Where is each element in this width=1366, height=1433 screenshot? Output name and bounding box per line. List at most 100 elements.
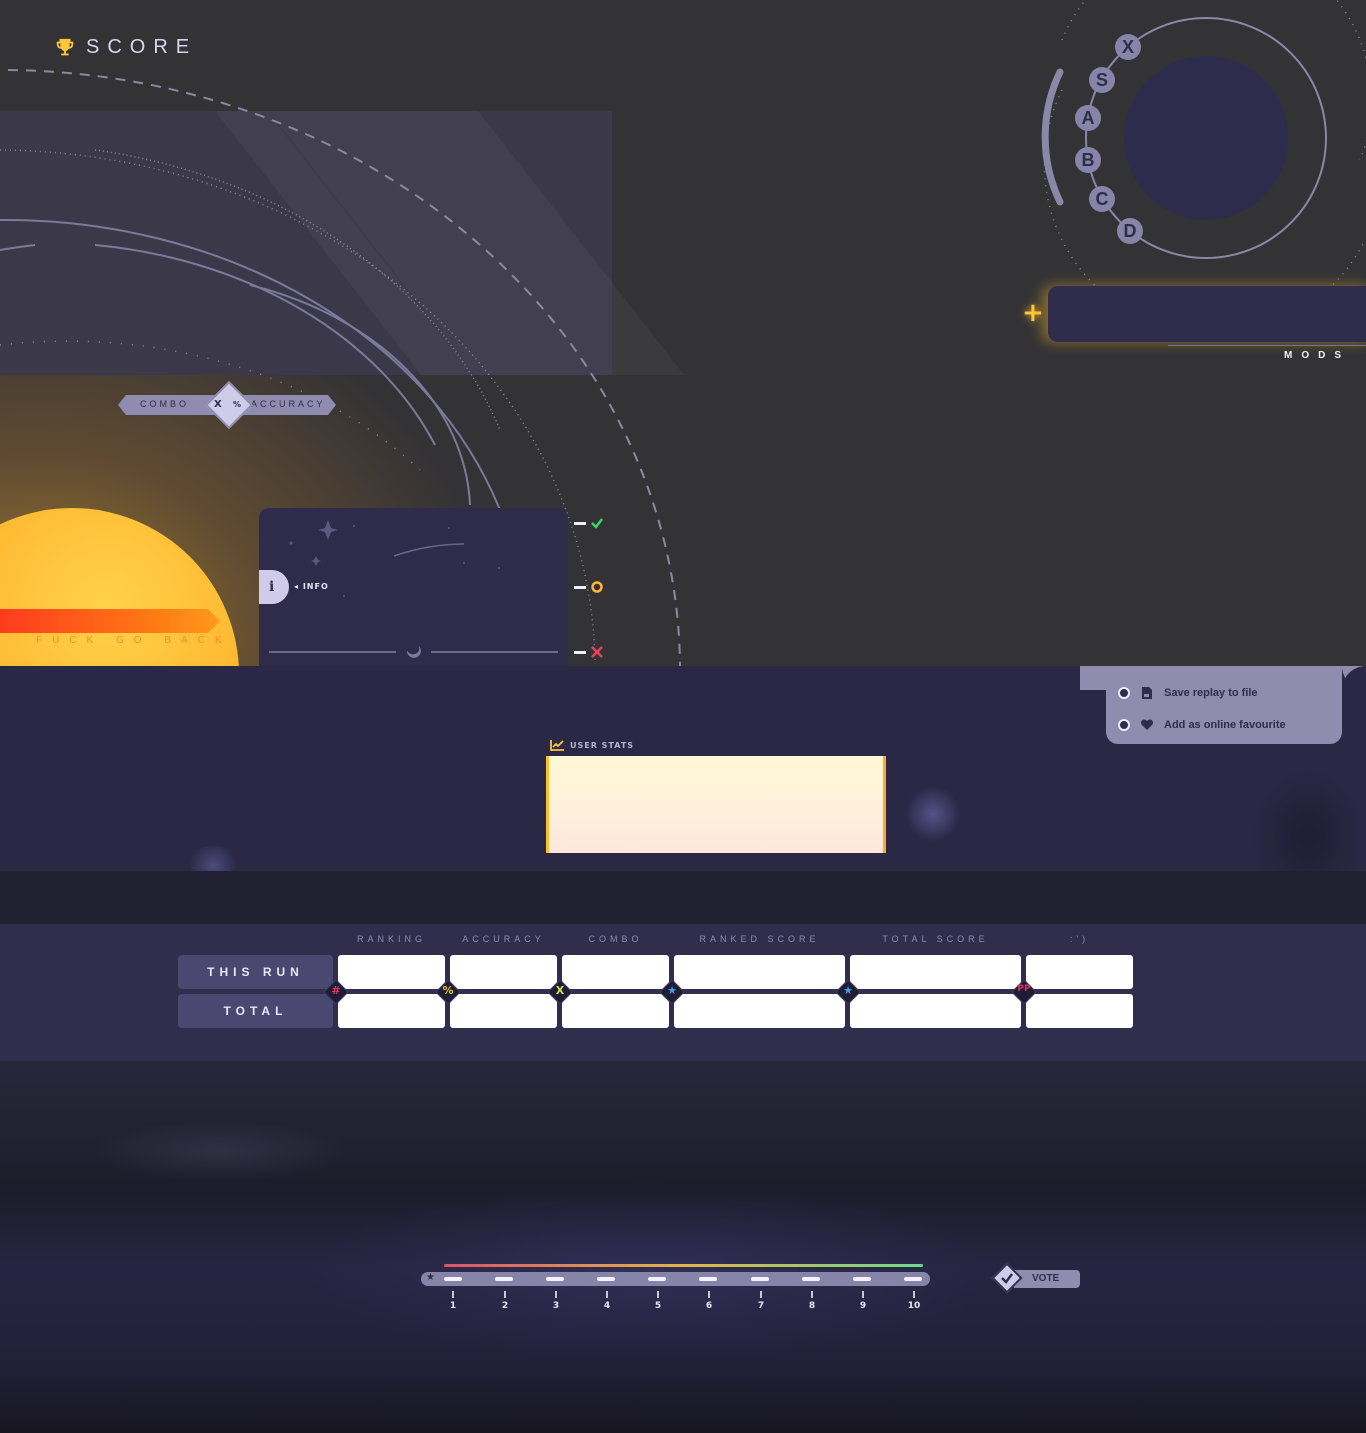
rating-pip[interactable] [751,1277,769,1281]
star-icon: ★ [667,984,677,997]
save-replay-label: Save replay to file [1164,687,1258,699]
page-title: SCORE [54,36,197,59]
judgement-dash [574,522,586,525]
rating-tick-label: 4 [603,1301,611,1311]
star-icon: ★ [426,1272,435,1283]
user-stats-header: USER STATS [550,739,634,751]
background-fog [300,1181,1000,1361]
table-cell [1026,955,1133,989]
cross-icon [591,646,603,658]
rating-pip[interactable] [699,1277,717,1281]
save-replay-option[interactable]: Save replay to file [1118,686,1258,700]
combo-glyph: X [214,399,222,410]
mods-panel [1048,286,1366,342]
rank-b: B [1075,147,1101,173]
row-label-this-run: THIS RUN [178,955,333,989]
rank-s: S [1089,67,1115,93]
accuracy-glyph: % [233,400,242,409]
accuracy-label: ACCURACY [251,399,326,409]
rating-pip[interactable] [495,1277,513,1281]
rating-tick-label: 1 [449,1301,457,1311]
judgement-miss [574,645,604,659]
trophy-icon [56,38,74,55]
rating-tick [862,1291,864,1298]
combo-accuracy-toggle[interactable]: COMBO ACCURACY X % [118,380,336,430]
heart-icon [1140,719,1154,730]
rating-tick-label: 7 [757,1301,765,1311]
rating-gradient [444,1264,923,1267]
info-icon: i [269,579,275,595]
column-header-total-score: TOTAL SCORE [882,934,989,944]
check-icon [591,518,603,529]
rating-pip[interactable] [853,1277,871,1281]
judgement-perfect [574,516,604,530]
column-header-combo: COMBO [588,934,643,944]
accuracy-icon: % [442,984,454,997]
table-cell [674,955,845,989]
favourite-radio[interactable] [1118,719,1130,731]
table-cell [1026,994,1133,1028]
rating-pip[interactable] [648,1277,666,1281]
table-cell [338,994,445,1028]
favourite-option[interactable]: Add as online favourite [1118,718,1286,732]
info-divider-left [269,651,396,653]
rank-a: A [1075,105,1101,131]
rating-pip[interactable] [444,1277,462,1281]
rating-pip[interactable] [904,1277,922,1281]
background-fog [90,1121,350,1181]
file-icon [1142,687,1152,699]
rating-tick [760,1291,762,1298]
rating-pip[interactable] [802,1277,820,1281]
rating-tick [708,1291,710,1298]
go-back-label: FUCK GO BACK [36,635,232,646]
rating-tick-label: 9 [859,1301,867,1311]
divider-band [0,871,1366,924]
row-label-total: TOTAL [178,994,333,1028]
bokeh-light [905,786,961,842]
mods-divider [1168,345,1366,346]
table-cell [850,994,1021,1028]
rating-tick [657,1291,659,1298]
rating-tick-label: 5 [654,1301,662,1311]
column-header-ranking: RANKING [356,934,426,944]
rating-pip[interactable] [597,1277,615,1281]
circle-icon [591,581,603,593]
table-cell [850,955,1021,989]
user-stats-label: USER STATS [570,740,635,750]
table-cell [338,955,445,989]
ranking-icon: # [331,984,341,997]
rank-c: C [1089,186,1115,212]
judgement-dash [574,651,586,654]
judgement-dash [574,586,586,589]
rating-tick [555,1291,557,1298]
rating-tick [452,1291,454,1298]
rating-tick [811,1291,813,1298]
pp-icon: PP [1017,984,1031,994]
info-label: ◂ INFO [294,582,329,591]
mods-label: MODS [1284,350,1350,361]
rank-x: X [1115,34,1141,60]
add-mods-button[interactable]: + [1022,298,1044,328]
rating-tick-label: 6 [705,1301,713,1311]
rating-section [0,1061,1366,1433]
user-stats-box [546,756,886,853]
save-replay-radio[interactable] [1118,687,1130,699]
check-icon [1001,1273,1013,1284]
rating-tick-label: 3 [552,1301,560,1311]
column-header-accuracy: ACCURACY [462,934,545,944]
go-back-button[interactable] [0,609,220,633]
info-divider-right [431,651,558,653]
rank-d: D [1117,218,1143,244]
rating-tick [504,1291,506,1298]
rating-pip[interactable] [546,1277,564,1281]
table-cell [562,955,669,989]
actions-panel: Save replay to file Add as online favour… [1106,666,1342,744]
table-cell [674,994,845,1028]
combo-icon: X [555,984,565,997]
judgement-ok [574,580,604,594]
rating-tick-label: 8 [808,1301,816,1311]
title-text: SCORE [86,36,198,58]
table-cell [450,955,557,989]
table-cell [562,994,669,1028]
table-cell [450,994,557,1028]
